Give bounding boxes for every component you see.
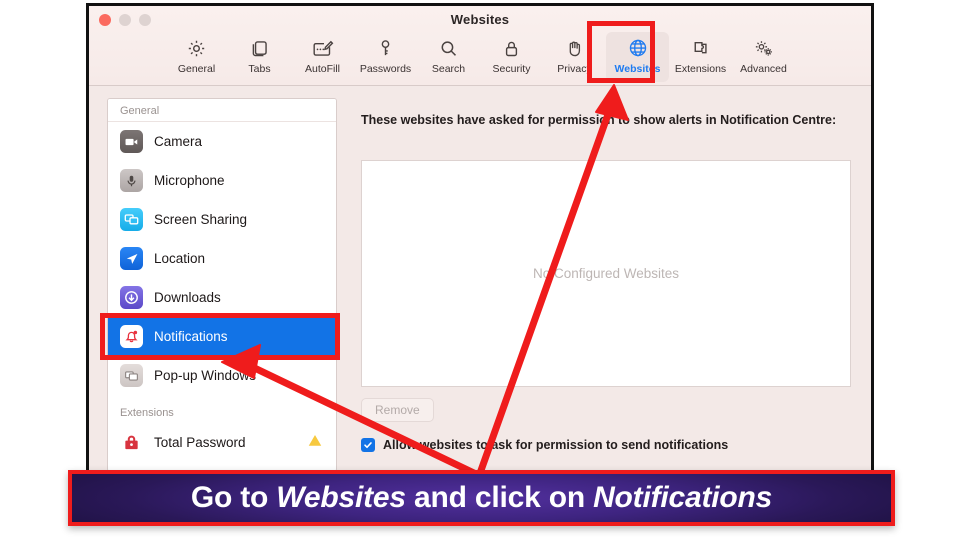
toolbar-tab-general[interactable]: General [165,32,228,82]
toolbar-tab-advanced[interactable]: Advanced [732,32,795,82]
warning-triangle-icon [308,434,322,452]
sidebar-item-label: Pop-up Windows [154,368,257,383]
sidebar-item-label: Downloads [154,290,221,305]
sidebar-item-label: Camera [154,134,203,149]
toolbar-tab-label: Security [492,63,531,75]
gear-icon [186,35,207,61]
configured-websites-list[interactable]: No Configured Websites [361,160,851,387]
sidebar-item-label: Screen Sharing [154,212,248,227]
sidebar-item-camera[interactable]: Camera [108,122,336,161]
pane-description: These websites have asked for permission… [361,113,837,127]
sidebar-item-microphone[interactable]: Microphone [108,161,336,200]
toolbar-tab-label: General [177,63,216,75]
sidebar-item-screen-sharing[interactable]: Screen Sharing [108,200,336,239]
screen-sharing-icon [120,208,143,231]
padlock-icon [120,431,143,454]
allow-notifications-label: Allow websites to ask for permission to … [383,438,729,452]
toolbar-tab-label: Tabs [248,63,271,75]
sidebar-section-header-extensions: Extensions [108,395,336,423]
sidebar-item-location[interactable]: Location [108,239,336,278]
microphone-icon [120,169,143,192]
toolbar-tab-label: Extensions [674,63,727,75]
location-icon [120,247,143,270]
tabs-icon [249,35,270,61]
downloads-icon [120,286,143,309]
puzzle-icon [690,35,711,61]
toolbar-tab-tabs[interactable]: Tabs [228,32,291,82]
window-title: Websites [450,12,510,27]
allow-notifications-row[interactable]: Allow websites to ask for permission to … [361,438,728,452]
hand-icon [564,35,585,61]
toolbar-tab-extensions[interactable]: Extensions [669,32,732,82]
toolbar-tab-label: Search [431,63,466,75]
caption-middle: and click on [405,481,594,514]
preferences-body: General Camera Microphone Screen Sharing [89,86,871,478]
sidebar-section-header-general: General [108,99,336,122]
empty-state-label: No Configured Websites [532,266,680,281]
popup-windows-icon [120,364,143,387]
toolbar-tab-label: Advanced [740,63,787,75]
remove-button[interactable]: Remove [361,398,434,422]
notifications-settings-pane: These websites have asked for permission… [347,98,857,470]
websites-sidebar: General Camera Microphone Screen Sharing [107,98,337,472]
toolbar-tab-passwords[interactable]: Passwords [354,32,417,82]
toolbar-tab-label: Passwords [359,63,412,75]
caption-banner: Go to Websites and click on Notification… [68,470,895,526]
autofill-icon [311,35,334,61]
gears-icon [753,35,775,61]
safari-preferences-window: Websites General Tabs AutoFill Passwords… [86,3,874,481]
camera-icon [120,130,143,153]
lock-icon [501,35,522,61]
sidebar-item-label: Location [154,251,206,266]
sidebar-item-label: Total Password [154,435,246,450]
sidebar-item-popup-windows[interactable]: Pop-up Windows [108,356,336,395]
caption-prefix: Go to [190,481,277,514]
magnifier-icon [438,35,459,61]
allow-notifications-checkbox[interactable] [361,438,375,452]
preferences-toolbar: General Tabs AutoFill Passwords Search S… [89,32,871,84]
toolbar-tab-search[interactable]: Search [417,32,480,82]
caption-text: Go to Websites and click on Notification… [190,481,773,515]
caption-emphasis-websites: Websites [276,481,406,514]
sidebar-item-downloads[interactable]: Downloads [108,278,336,317]
highlight-box-websites-tab [587,21,655,83]
highlight-box-notifications-item [100,313,340,360]
sidebar-item-label: Microphone [154,173,225,188]
caption-emphasis-notifications: Notifications [593,481,773,514]
toolbar-tab-security[interactable]: Security [480,32,543,82]
key-icon [375,35,396,61]
window-titlebar: Websites General Tabs AutoFill Passwords… [89,6,871,86]
sidebar-item-total-password[interactable]: Total Password [108,423,336,462]
toolbar-tab-label: AutoFill [304,63,340,75]
toolbar-tab-autofill[interactable]: AutoFill [291,32,354,82]
